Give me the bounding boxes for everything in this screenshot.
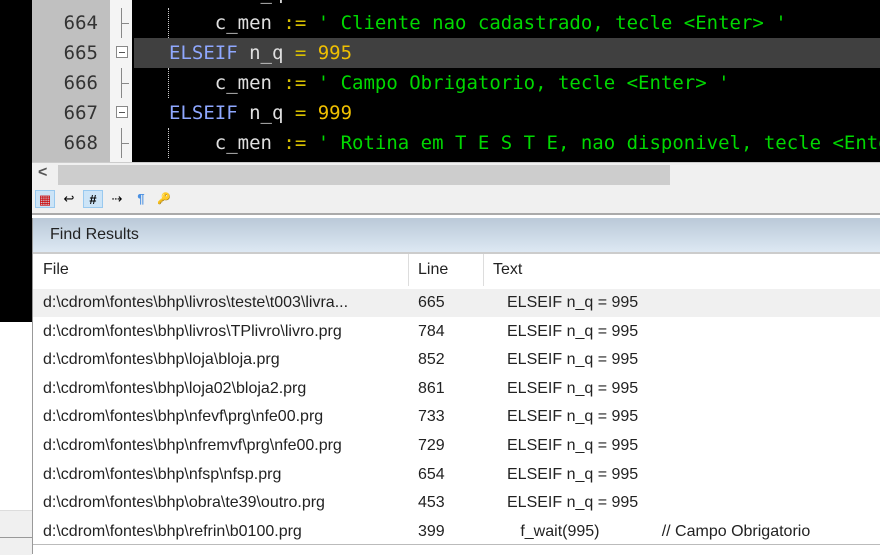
code-editor[interactable]: 663 ELSEIF n_q = 994 664 c_men := ' Client… xyxy=(32,0,880,162)
code-line[interactable]: 666 c_men := ' Campo Obrigatorio, tecle … xyxy=(32,68,880,98)
code-line[interactable]: 665 ELSEIF n_q = 995 xyxy=(32,38,880,68)
find-results-title: Find Results xyxy=(33,218,880,254)
code-line[interactable]: 663 ELSEIF n_q = 994 xyxy=(32,0,880,8)
code-line[interactable]: 668 c_men := ' Rotina em T E S T E, nao … xyxy=(32,128,880,158)
result-row[interactable]: d:\cdrom\fontes\bhp\loja\bloja.prg 852 ELS… xyxy=(33,346,880,374)
operator: = xyxy=(295,0,306,4)
result-row[interactable]: d:\cdrom\fontes\bhp\loja02\bloja2.prg 861… xyxy=(33,375,880,403)
find-results-panel: Find Results File Line Text d:\cdrom\fon… xyxy=(32,218,880,554)
operator: := xyxy=(283,72,307,94)
code-line[interactable]: 667 ELSEIF n_q = 999 xyxy=(32,98,880,128)
background-window xyxy=(0,0,32,322)
scrollbar-thumb[interactable] xyxy=(58,165,670,185)
number-literal: 999 xyxy=(306,102,353,124)
result-line: 861 xyxy=(418,379,445,397)
line-number: 663 xyxy=(32,0,98,8)
number-literal: 995 xyxy=(306,42,353,64)
line-number: 664 xyxy=(63,12,98,34)
operator: = xyxy=(294,42,307,64)
identifier: c_men xyxy=(214,72,284,94)
result-line: 399 xyxy=(418,522,445,540)
keyword: ELSEIF xyxy=(169,42,238,64)
result-line: 665 xyxy=(418,294,445,311)
tab-arrow-icon[interactable]: ⇢ xyxy=(107,190,127,208)
string-literal: ' Cliente nao cadastrado, tecle <Enter> … xyxy=(306,12,787,34)
identifier: n_q xyxy=(237,102,295,124)
pilcrow-icon[interactable]: ¶ xyxy=(131,190,151,208)
operator: := xyxy=(283,12,307,34)
identifier: c_men xyxy=(214,12,284,34)
result-row[interactable]: d:\cdrom\fontes\bhp\refrin\b0100.prg 399 … xyxy=(33,518,880,546)
editor-toolbar: ▦ ↩ # ⇢ ¶ 🔑 xyxy=(32,187,880,215)
keyword: ELSEIF xyxy=(169,102,238,124)
result-line: 453 xyxy=(418,494,445,512)
keyword: ELSEIF xyxy=(169,0,238,4)
syntax-color-icon[interactable]: ▦ xyxy=(35,190,55,208)
result-file: d:\cdrom\fontes\bhp\livros\TPlivro\livro… xyxy=(43,322,342,340)
result-line: 784 xyxy=(418,322,445,340)
result-file: d:\cdrom\fontes\bhp\obra\te39\outro.prg xyxy=(43,494,325,512)
result-file: d:\cdrom\fontes\bhp\nfremvf\prg\nfe00.pr… xyxy=(43,437,342,454)
result-text: ELSEIF n_q = 995 xyxy=(507,294,639,311)
code-line[interactable]: 664 c_men := ' Cliente nao cadastrado, t… xyxy=(32,8,880,38)
result-text: ELSEIF n_q = 995 xyxy=(507,408,639,426)
operator: = xyxy=(294,102,307,124)
column-header-line[interactable]: Line xyxy=(408,254,448,286)
fold-collapse-icon[interactable] xyxy=(116,106,128,118)
result-file: d:\cdrom\fontes\bhp\refrin\b0100.prg xyxy=(43,522,302,540)
result-file: d:\cdrom\fontes\bhp\loja\bloja.prg xyxy=(43,351,280,369)
result-row[interactable]: d:\cdrom\fontes\bhp\livros\TPlivro\livro… xyxy=(33,318,880,346)
result-text: f_wait(995) // Campo Obrigatorio xyxy=(507,522,811,540)
line-number: 666 xyxy=(63,72,98,94)
result-file: d:\cdrom\fontes\bhp\livros\teste\t003\li… xyxy=(43,294,349,311)
result-text: ELSEIF n_q = 995 xyxy=(507,351,639,369)
line-number: 667 xyxy=(63,102,98,124)
background-window xyxy=(0,510,32,555)
result-line: 852 xyxy=(418,351,445,369)
string-literal: ' Campo Obrigatorio, tecle <Enter> ' xyxy=(306,72,730,94)
result-text: ELSEIF n_q = 995 xyxy=(507,379,639,397)
column-header-file[interactable]: File xyxy=(33,254,69,286)
result-text: ELSEIF n_q = 995 xyxy=(507,437,639,454)
result-row[interactable]: d:\cdrom\fontes\bhp\livros\teste\t003\li… xyxy=(33,289,880,317)
column-header-text[interactable]: Text xyxy=(483,254,522,286)
result-line: 729 xyxy=(418,437,445,454)
result-file: d:\cdrom\fontes\bhp\loja02\bloja2.prg xyxy=(43,379,307,397)
result-row[interactable]: d:\cdrom\fontes\bhp\obra\te39\outro.prg 4… xyxy=(33,489,880,517)
key-icon[interactable]: 🔑 xyxy=(154,190,174,208)
string-literal: ' Rotina em T E S T E, nao disponivel, t… xyxy=(306,132,880,154)
line-number: 665 xyxy=(63,42,98,64)
result-row[interactable]: d:\cdrom\fontes\bhp\nfremvf\prg\nfe00.pr… xyxy=(33,432,880,460)
result-row[interactable]: d:\cdrom\fontes\bhp\nfevf\prg\nfe00.prg 7… xyxy=(33,403,880,431)
scroll-left-icon[interactable]: < xyxy=(38,164,47,182)
background-window xyxy=(0,322,32,510)
line-numbers-icon[interactable]: # xyxy=(83,190,103,208)
result-line: 733 xyxy=(418,408,445,426)
fold-collapse-icon[interactable] xyxy=(116,46,128,58)
result-text: ELSEIF n_q = 995 xyxy=(507,322,639,340)
result-text: ELSEIF n_q = 995 xyxy=(507,494,639,512)
result-text: ELSEIF n_q = 995 xyxy=(507,465,639,483)
result-file: d:\cdrom\fontes\bhp\nfevf\prg\nfe00.prg xyxy=(43,408,324,426)
results-header: File Line Text xyxy=(33,254,880,286)
word-wrap-icon[interactable]: ↩ xyxy=(59,190,79,208)
result-line: 654 xyxy=(418,465,445,483)
number-literal: 994 xyxy=(306,0,352,4)
line-number: 668 xyxy=(63,132,98,154)
operator: := xyxy=(283,132,307,154)
identifier: n_q xyxy=(238,0,295,4)
horizontal-scrollbar[interactable]: < xyxy=(32,162,880,187)
identifier: c_men xyxy=(214,132,284,154)
result-file: d:\cdrom\fontes\bhp\nfsp\nfsp.prg xyxy=(43,465,282,483)
result-row[interactable]: d:\cdrom\fontes\bhp\nfsp\nfsp.prg 654 ELSE… xyxy=(33,461,880,489)
identifier: n_q xyxy=(237,42,295,64)
